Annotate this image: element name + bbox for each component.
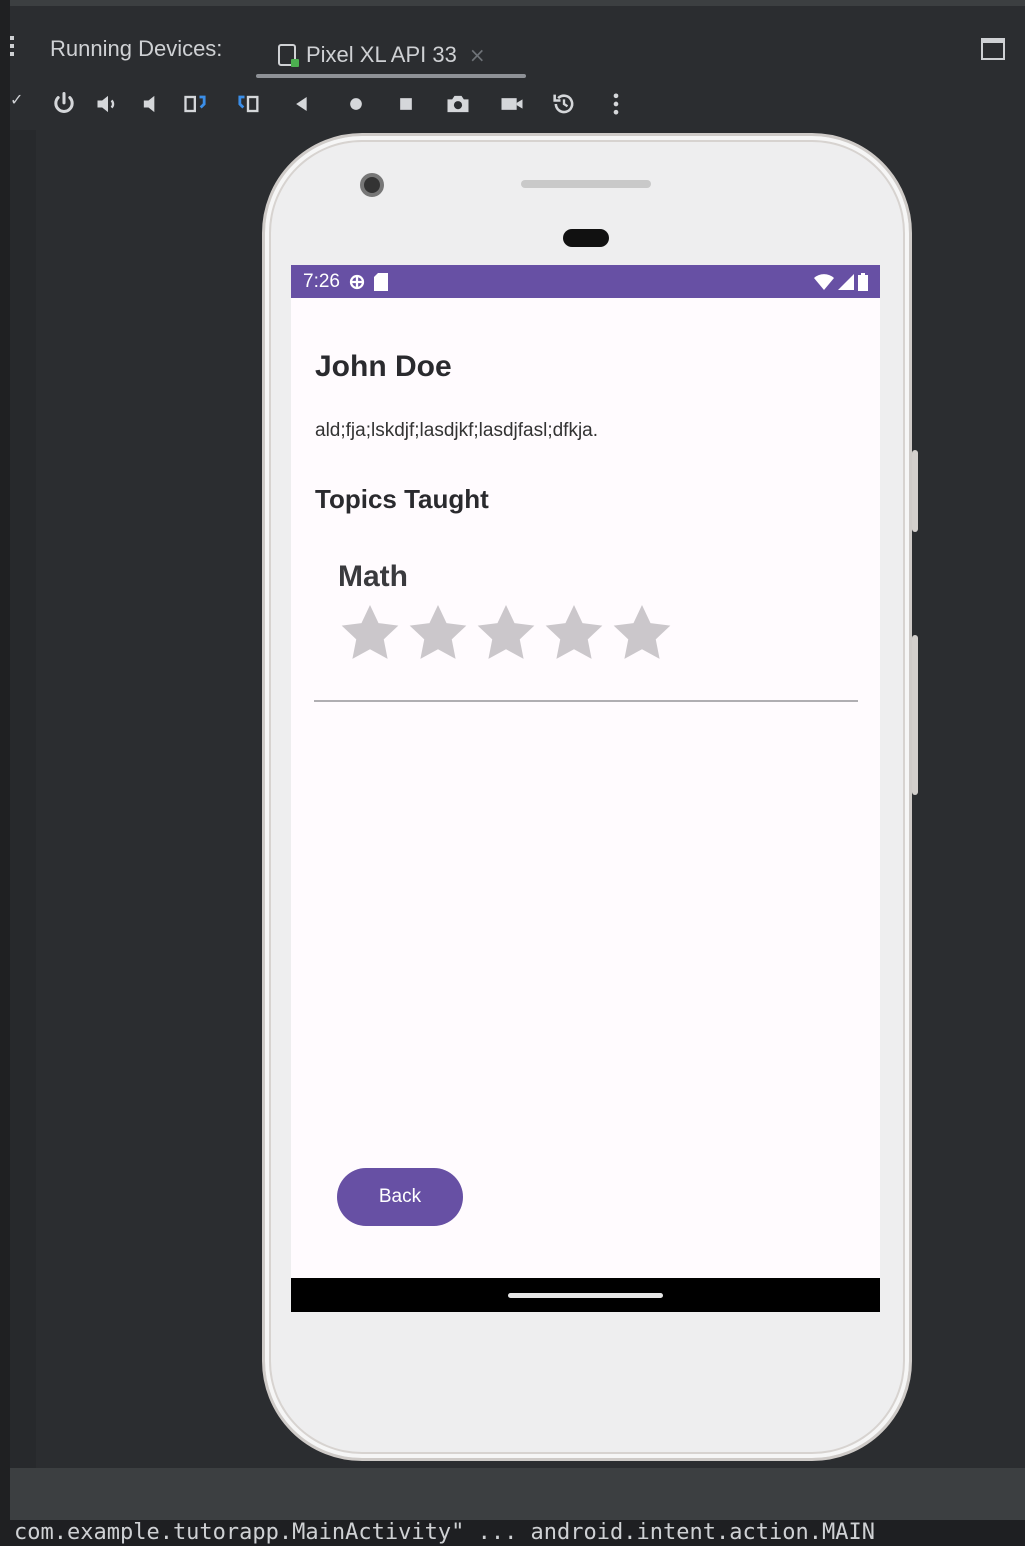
status-time: 7:26 (303, 270, 340, 292)
wifi-icon (814, 273, 834, 290)
back-button[interactable]: Back (337, 1168, 463, 1226)
maximize-icon[interactable] (981, 38, 1005, 60)
tutor-name: John Doe (315, 350, 452, 383)
left-gutter (0, 0, 10, 1546)
status-bar: 7:26 (291, 265, 880, 298)
phone-screen[interactable]: 7:26 John Doe ald;fja;lskdjf;lasdjkf;las… (291, 265, 880, 1312)
volume-up-icon[interactable] (92, 88, 124, 120)
panel-options-icon[interactable] (10, 36, 16, 58)
running-devices-tab-bar: Running Devices: Pixel XL API 33 × (10, 0, 1025, 78)
rating-bar[interactable] (337, 600, 675, 666)
star-icon[interactable] (473, 600, 539, 666)
proximity-sensor (563, 229, 609, 247)
rotate-left-icon[interactable] (180, 88, 212, 120)
screen-record-icon[interactable] (496, 88, 528, 120)
more-options-icon[interactable] (600, 88, 632, 120)
cellular-signal-icon (838, 273, 854, 290)
emulator-toolbar: ✓ (10, 78, 1025, 130)
front-camera-icon (360, 173, 384, 197)
gesture-handle[interactable] (508, 1293, 663, 1298)
earpiece-speaker (521, 180, 651, 188)
sd-card-icon (373, 272, 388, 291)
phone-side-button (912, 450, 918, 532)
android-studio-running-devices-window: Running Devices: Pixel XL API 33 × ✓ 7:2… (0, 0, 1025, 1546)
close-icon[interactable]: × (469, 43, 486, 67)
power-icon[interactable] (48, 88, 80, 120)
rotate-right-icon[interactable] (232, 88, 264, 120)
phone-volume-button (912, 635, 918, 795)
overview-icon[interactable] (390, 88, 422, 120)
side-strip (10, 130, 36, 1468)
console-output: com.example.tutorapp.MainActivity" ... a… (10, 1520, 1025, 1546)
checkmark-icon: ✓ (10, 90, 24, 109)
device-tab-label: Pixel XL API 33 (306, 42, 457, 67)
tutor-bio: ald;fja;lskdjf;lasdjkf;lasdjfasl;dfkja. (315, 420, 599, 441)
bottom-panel-bar (10, 1468, 1025, 1520)
topics-heading: Topics Taught (315, 484, 489, 514)
star-icon[interactable] (609, 600, 675, 666)
tab-device[interactable]: Pixel XL API 33 × (278, 32, 496, 78)
topic-divider (314, 700, 858, 702)
navigation-bar (291, 1278, 880, 1312)
battery-icon (858, 272, 868, 291)
device-icon (278, 44, 299, 67)
volume-down-icon[interactable] (136, 88, 168, 120)
tutor-detail-content: John Doe ald;fja;lskdjf;lasdjkf;lasdjfas… (291, 298, 880, 1278)
back-icon[interactable] (286, 88, 318, 120)
snapshot-icon[interactable] (548, 88, 580, 120)
star-icon[interactable] (405, 600, 471, 666)
topic-name: Math (338, 560, 408, 593)
star-icon[interactable] (541, 600, 607, 666)
home-icon[interactable] (340, 88, 372, 120)
screenshot-icon[interactable] (442, 88, 474, 120)
settings-sync-icon (349, 274, 365, 289)
panel-title: Running Devices: (50, 36, 223, 61)
star-icon[interactable] (337, 600, 403, 666)
